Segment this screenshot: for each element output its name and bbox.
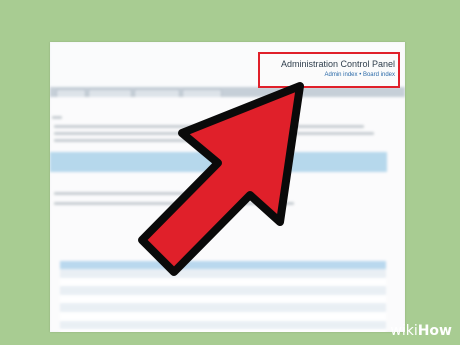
watermark-how: How [417, 323, 452, 339]
pointer-arrow-icon [138, 82, 304, 276]
watermark-wiki: wiki [390, 323, 418, 339]
wikihow-watermark: wikiHow [390, 323, 452, 339]
